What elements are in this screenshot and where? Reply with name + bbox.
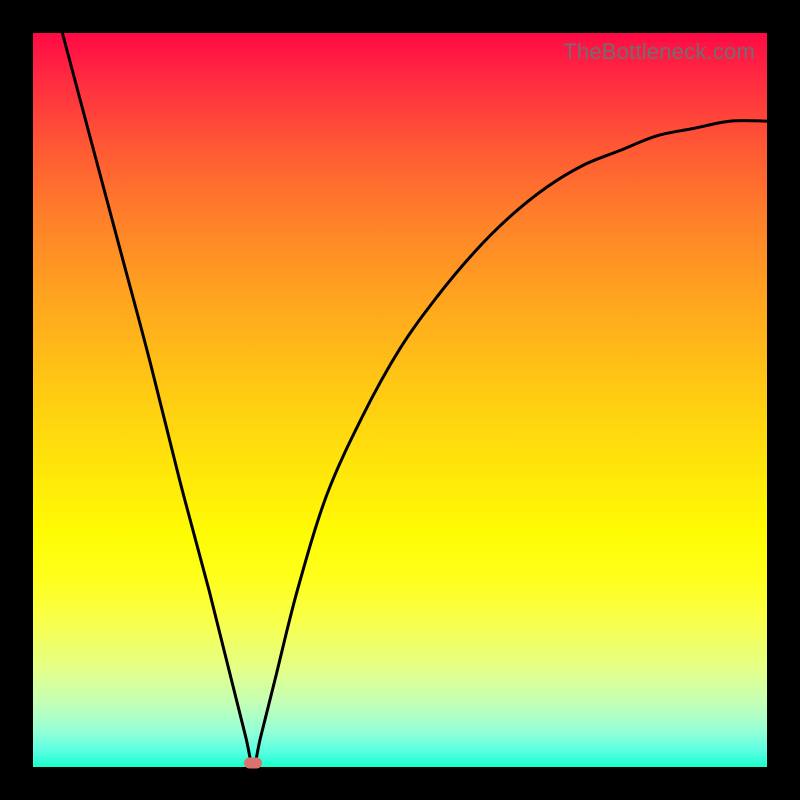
curve-path [62,33,767,767]
plot-area: TheBottleneck.com [33,33,767,767]
bottleneck-curve [33,33,767,767]
optimal-point-marker [244,758,262,769]
chart-frame: TheBottleneck.com [0,0,800,800]
